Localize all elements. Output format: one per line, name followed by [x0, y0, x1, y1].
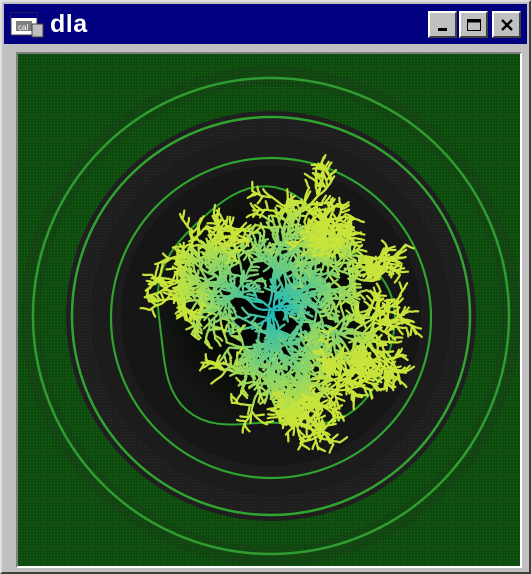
window-title: dla: [50, 9, 88, 38]
app-window: cal dla: [0, 0, 531, 574]
minimize-icon: [437, 27, 447, 31]
dla-fractal-canvas: [18, 54, 520, 566]
title-bar[interactable]: cal dla: [4, 4, 527, 44]
canvas-area[interactable]: [16, 52, 522, 568]
maximize-button[interactable]: [459, 11, 488, 38]
close-button[interactable]: [492, 11, 521, 38]
maximize-icon: [466, 18, 481, 31]
minimize-button[interactable]: [428, 11, 457, 38]
svg-text:cal: cal: [18, 23, 28, 32]
app-window-icon: cal: [10, 12, 44, 38]
close-icon: [500, 18, 513, 31]
